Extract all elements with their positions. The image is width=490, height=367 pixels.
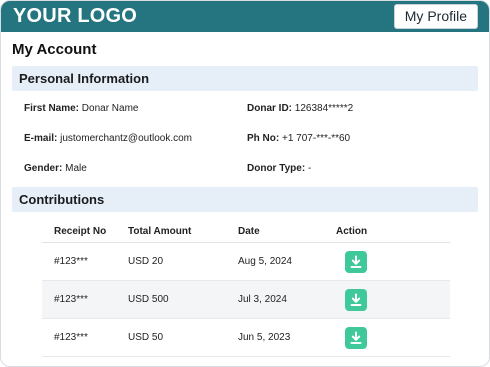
- email-label: E-mail:: [24, 133, 58, 144]
- logo: YOUR LOGO: [13, 5, 138, 27]
- page-title: My Account: [12, 41, 97, 58]
- email-value: justomerchantz@outlook.com: [60, 133, 192, 144]
- amount-cell: USD 50: [116, 318, 226, 357]
- gender-value: Male: [65, 163, 87, 174]
- action-cell: [324, 318, 450, 357]
- download-receipt-button[interactable]: [345, 288, 367, 311]
- table-header-row: Receipt No Total Amount Date Action: [42, 221, 450, 243]
- donor-id-value: 126384*****2: [294, 103, 354, 114]
- action-cell: [324, 280, 450, 319]
- first-name-label: First Name:: [24, 103, 80, 114]
- donor-type-label: Donor Type:: [247, 163, 306, 174]
- table-row: #123*** USD 20 Aug 5, 2024: [42, 242, 450, 281]
- download-receipt-button[interactable]: [345, 326, 367, 349]
- donor-type-field: Donor Type: -: [247, 163, 489, 175]
- column-header-date: Date: [226, 221, 324, 243]
- date-cell: Jul 3, 2024: [226, 280, 324, 319]
- contributions-header: Contributions: [12, 187, 478, 212]
- download-receipt-button[interactable]: [345, 250, 367, 273]
- phone-value: +1 707-***-**60: [282, 133, 351, 144]
- personal-info-grid: First Name: Donar Name Donar ID: 126384*…: [24, 103, 489, 175]
- phone-label: Ph No:: [247, 133, 280, 144]
- receipt-cell: #123***: [42, 280, 116, 319]
- amount-cell: USD 500: [116, 280, 226, 319]
- download-icon: [350, 293, 362, 306]
- table-row: #123*** USD 50 Jun 5, 2023: [42, 318, 450, 357]
- gender-field: Gender: Male: [24, 163, 247, 175]
- first-name-value: Donar Name: [81, 103, 139, 114]
- download-icon: [350, 255, 362, 268]
- donor-id-label: Donar ID:: [247, 103, 292, 114]
- receipt-cell: #123***: [42, 242, 116, 281]
- amount-cell: USD 20: [116, 242, 226, 281]
- date-cell: Jun 5, 2023: [226, 318, 324, 357]
- date-cell: Aug 5, 2024: [226, 242, 324, 281]
- phone-field: Ph No: +1 707-***-**60: [247, 133, 489, 145]
- column-header-receipt: Receipt No: [42, 221, 116, 243]
- gender-label: Gender:: [24, 163, 63, 174]
- action-cell: [324, 242, 450, 281]
- my-profile-button[interactable]: My Profile: [393, 4, 478, 29]
- app-frame: YOUR LOGO My Profile My Account Personal…: [0, 0, 490, 367]
- email-field: E-mail: justomerchantz@outlook.com: [24, 133, 247, 145]
- receipt-cell: #123***: [42, 318, 116, 357]
- donor-id-field: Donar ID: 126384*****2: [247, 103, 489, 115]
- first-name-field: First Name: Donar Name: [24, 103, 247, 115]
- download-icon: [350, 331, 362, 344]
- contributions-table: Receipt No Total Amount Date Action #123…: [42, 221, 450, 357]
- personal-info-header: Personal Information: [12, 66, 478, 91]
- column-header-action: Action: [324, 221, 450, 243]
- top-header: YOUR LOGO My Profile: [1, 1, 489, 32]
- donor-type-value: -: [307, 163, 312, 174]
- column-header-amount: Total Amount: [116, 221, 226, 243]
- table-row: #123*** USD 500 Jul 3, 2024: [42, 280, 450, 319]
